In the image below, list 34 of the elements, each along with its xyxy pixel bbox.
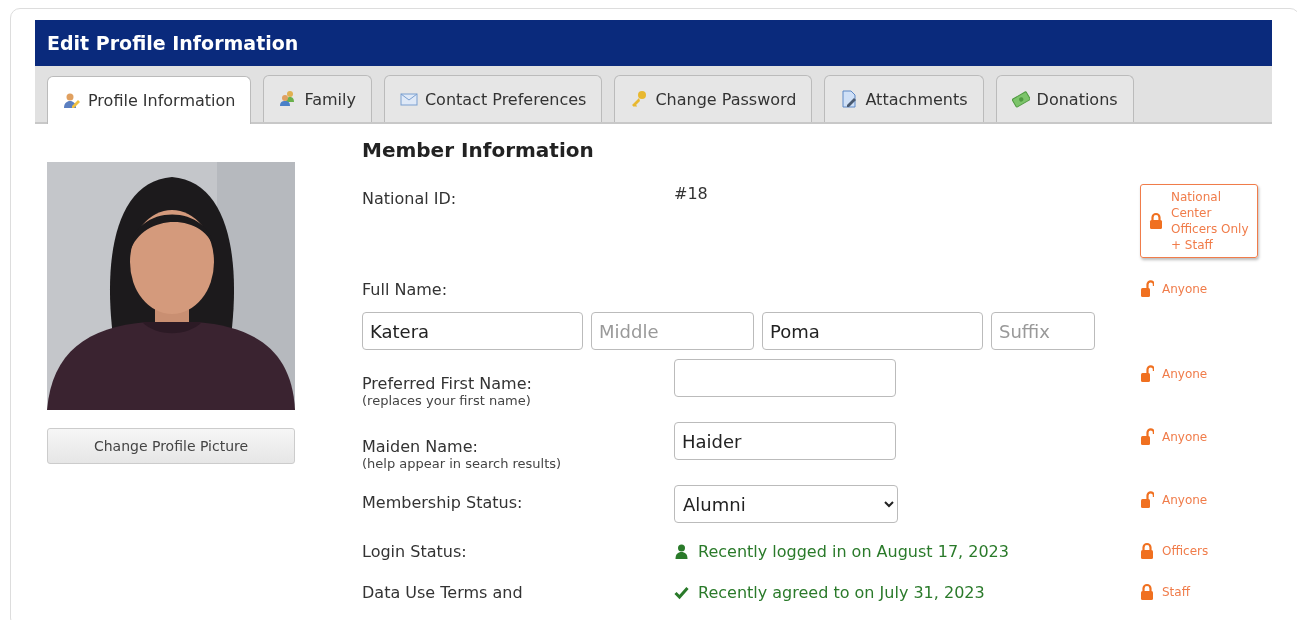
document-pencil-icon	[840, 90, 859, 108]
text-field[interactable]: Haider	[674, 422, 896, 460]
person-pencil-icon	[63, 91, 81, 110]
field-label: Maiden Name:	[362, 437, 479, 456]
tab[interactable]: Profile Information	[47, 76, 252, 124]
name-field[interactable]: Middle	[591, 312, 754, 350]
field-label: Preferred First Name:	[362, 374, 533, 393]
status-text: Recently agreed to on July 31, 2023	[698, 583, 985, 602]
tab[interactable]: Attachments	[824, 75, 984, 122]
tab[interactable]: Change Password	[614, 75, 813, 122]
section-title: Member Information	[362, 138, 595, 162]
name-field[interactable]: Suffix	[991, 312, 1095, 350]
tab[interactable]: Donations	[995, 75, 1134, 122]
change-picture-button[interactable]: Change Profile Picture	[47, 428, 295, 464]
field-label: Membership Status:	[362, 493, 524, 512]
status-text: Recently logged in on August 17, 2023	[698, 542, 1009, 561]
field-label: Data Use Terms and	[362, 583, 524, 602]
tab[interactable]: Family	[263, 75, 372, 122]
checkmark-icon	[674, 585, 689, 600]
envelope-icon	[399, 90, 418, 108]
tab[interactable]: Contact Preferences	[383, 75, 603, 122]
key-icon	[630, 90, 649, 108]
national-id-value: #18	[674, 184, 709, 205]
field-label: Full Name:	[362, 280, 449, 299]
text-field[interactable]	[674, 359, 896, 397]
name-field[interactable]: Poma	[762, 312, 983, 350]
panel-title: Edit Profile Information	[35, 20, 1272, 66]
field-label: Login Status:	[362, 542, 468, 561]
field-hint: (replaces your first name)	[362, 393, 532, 408]
name-field[interactable]: Katera	[362, 312, 583, 350]
person-icon	[674, 544, 689, 559]
membership-status-dropdown[interactable]: Alumni	[674, 485, 898, 523]
field-hint: (help appear in search results)	[362, 456, 563, 471]
field-label: National ID:	[362, 189, 458, 208]
